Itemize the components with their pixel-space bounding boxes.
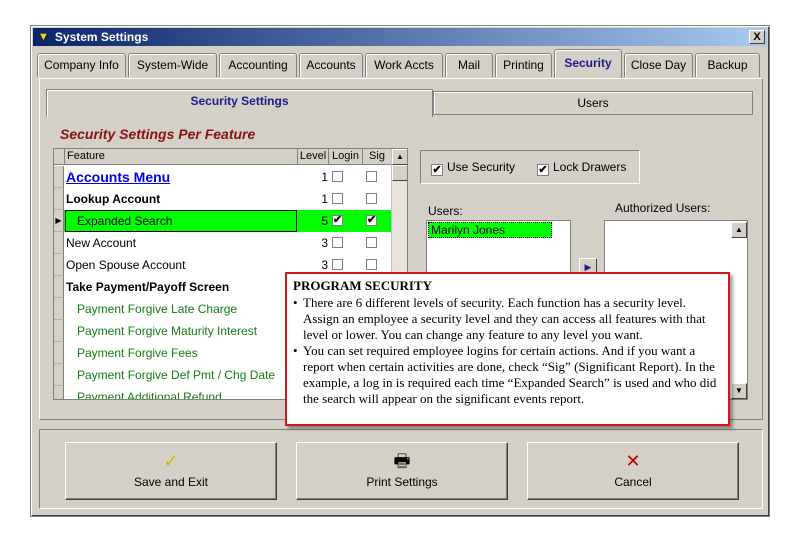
row-indicator[interactable] bbox=[54, 254, 64, 276]
authorized-scroll-down-button[interactable]: ▼ bbox=[731, 383, 747, 399]
tab-backup[interactable]: Backup bbox=[695, 53, 760, 77]
feature-cell[interactable]: Open Spouse Account bbox=[65, 254, 297, 276]
table-row[interactable]: ▶ Expanded Search 5 ✔ ✔ bbox=[54, 210, 392, 232]
sig-checkbox[interactable]: ✔ bbox=[366, 215, 377, 226]
tab-close-day[interactable]: Close Day bbox=[624, 53, 693, 77]
authorized-users-label: Authorized Users: bbox=[615, 201, 711, 215]
print-button-label: Print Settings bbox=[366, 475, 438, 489]
feature-cell[interactable]: Payment Forgive Def Pmt / Chg Date bbox=[65, 364, 297, 386]
header-indicator bbox=[54, 149, 65, 165]
subtab-users[interactable]: Users bbox=[433, 91, 753, 115]
feature-cell[interactable]: Payment Forgive Late Charge bbox=[65, 298, 297, 320]
row-indicator[interactable] bbox=[54, 188, 64, 210]
login-checkbox[interactable] bbox=[332, 237, 343, 248]
title-bar[interactable]: ▼ System Settings X bbox=[33, 28, 767, 46]
sig-checkbox[interactable] bbox=[366, 259, 377, 270]
save-button-label: Save and Exit bbox=[133, 475, 209, 489]
row-indicator[interactable] bbox=[54, 166, 64, 188]
save-and-exit-button[interactable]: ✓ Save and Exit bbox=[65, 442, 277, 500]
row-indicator[interactable] bbox=[54, 298, 64, 320]
feature-cell[interactable]: Take Payment/Payoff Screen bbox=[65, 276, 297, 298]
use-security-label: Use Security bbox=[447, 160, 516, 174]
row-indicator[interactable] bbox=[54, 386, 64, 399]
cancel-button[interactable]: ✕ Cancel bbox=[527, 442, 739, 500]
feature-cell[interactable]: Accounts Menu bbox=[65, 166, 297, 188]
level-cell[interactable]: 3 bbox=[298, 232, 329, 254]
sig-checkbox[interactable] bbox=[366, 237, 377, 248]
use-security-option[interactable]: ✔ Use Security bbox=[431, 160, 515, 176]
row-indicator[interactable] bbox=[54, 276, 64, 298]
lock-drawers-option[interactable]: ✔ Lock Drawers bbox=[537, 160, 626, 176]
checkmark-icon: ✓ bbox=[163, 451, 179, 471]
tab-system-wide[interactable]: System-Wide bbox=[128, 53, 217, 77]
login-checkbox[interactable] bbox=[332, 171, 343, 182]
print-settings-button[interactable]: 🖶 Print Settings bbox=[296, 442, 508, 500]
feature-cell[interactable]: Payment Forgive Fees bbox=[65, 342, 297, 364]
action-bar: ✓ Save and Exit 🖶 Print Settings ✕ Cance… bbox=[39, 429, 763, 509]
app-icon: ▼ bbox=[38, 31, 49, 43]
row-indicator[interactable] bbox=[54, 232, 64, 254]
user-list-item[interactable]: Marilyn Jones bbox=[428, 222, 552, 238]
scroll-up-button[interactable]: ▲ bbox=[392, 149, 407, 165]
login-checkbox[interactable] bbox=[332, 259, 343, 270]
section-title: Security Settings Per Feature bbox=[60, 126, 256, 142]
security-options-box: ✔ Use Security ✔ Lock Drawers bbox=[420, 150, 640, 184]
header-sig[interactable]: Sig bbox=[363, 149, 392, 165]
tab-mail[interactable]: Mail bbox=[445, 53, 493, 77]
cancel-button-label: Cancel bbox=[614, 475, 652, 489]
tab-accounts[interactable]: Accounts bbox=[299, 53, 363, 77]
authorized-scroll-up-button[interactable]: ▲ bbox=[731, 222, 747, 238]
users-label: Users: bbox=[428, 204, 463, 218]
login-checkbox[interactable] bbox=[332, 193, 343, 204]
tab-accounting[interactable]: Accounting bbox=[219, 53, 297, 77]
row-indicator[interactable] bbox=[54, 364, 64, 386]
table-row[interactable]: New Account 3 bbox=[54, 232, 392, 254]
sig-checkbox[interactable] bbox=[366, 171, 377, 182]
table-row[interactable]: Accounts Menu 1 bbox=[54, 166, 392, 188]
window-title: System Settings bbox=[54, 30, 149, 44]
level-cell[interactable]: 1 bbox=[298, 188, 329, 210]
cancel-x-icon: ✕ bbox=[625, 451, 641, 471]
tab-security[interactable]: Security bbox=[554, 49, 622, 78]
level-cell[interactable]: 5 bbox=[298, 210, 329, 232]
close-button[interactable]: X bbox=[749, 30, 765, 44]
callout-title: PROGRAM SECURITY bbox=[293, 278, 433, 293]
settings-tab-strip: Company Info System-Wide Accounting Acco… bbox=[37, 48, 763, 78]
tab-work-accts[interactable]: Work Accts bbox=[365, 53, 443, 77]
subtab-security-settings[interactable]: Security Settings bbox=[46, 89, 433, 117]
feature-cell[interactable]: Payment Forgive Maturity Interest bbox=[65, 320, 297, 342]
system-settings-window: ▼ System Settings X Company Info System-… bbox=[30, 25, 770, 517]
printer-icon: 🖶 bbox=[393, 451, 411, 471]
callout-bullet-logins: You can set required employee logins for… bbox=[293, 343, 720, 407]
tab-company-info[interactable]: Company Info bbox=[37, 53, 126, 77]
feature-cell[interactable]: Lookup Account bbox=[65, 188, 297, 210]
table-row[interactable]: Lookup Account 1 bbox=[54, 188, 392, 210]
header-level[interactable]: Level bbox=[298, 149, 329, 165]
row-indicator[interactable] bbox=[54, 320, 64, 342]
grid-header: Feature Level Login Sig bbox=[54, 149, 392, 165]
level-cell[interactable]: 1 bbox=[298, 166, 329, 188]
security-subtabs: Security Settings Users bbox=[46, 89, 756, 117]
program-security-callout: PROGRAM SECURITY There are 6 different l… bbox=[285, 272, 730, 426]
lock-drawers-checkbox[interactable]: ✔ bbox=[537, 164, 549, 176]
row-indicator[interactable] bbox=[54, 342, 64, 364]
feature-cell[interactable]: New Account bbox=[65, 232, 297, 254]
sig-checkbox[interactable] bbox=[366, 193, 377, 204]
row-indicator[interactable]: ▶ bbox=[54, 210, 64, 232]
header-feature[interactable]: Feature bbox=[65, 149, 298, 165]
login-checkbox[interactable]: ✔ bbox=[332, 215, 343, 226]
use-security-checkbox[interactable]: ✔ bbox=[431, 164, 443, 176]
feature-cell[interactable]: Expanded Search bbox=[65, 210, 297, 232]
lock-drawers-label: Lock Drawers bbox=[553, 160, 627, 174]
tab-printing[interactable]: Printing bbox=[495, 53, 552, 77]
scroll-thumb[interactable] bbox=[392, 165, 407, 181]
feature-cell[interactable]: Payment Additional Refund bbox=[65, 386, 297, 399]
header-login[interactable]: Login bbox=[329, 149, 363, 165]
callout-bullet-levels: There are 6 different levels of security… bbox=[293, 295, 720, 343]
